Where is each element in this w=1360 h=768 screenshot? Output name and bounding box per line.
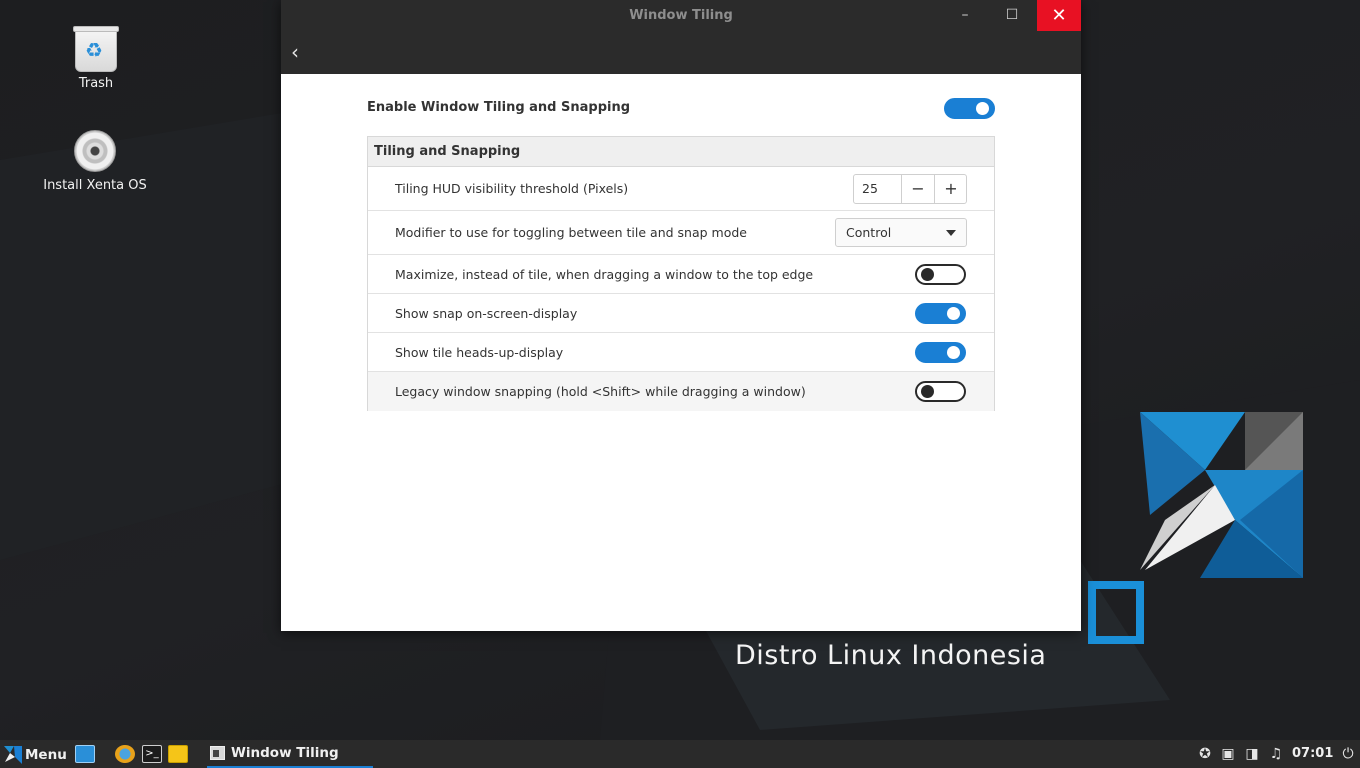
taskbar-item-window-tiling[interactable]: Window Tiling [207,740,373,768]
accessibility-icon[interactable]: ✪ [1197,745,1213,763]
install-xenta-label: Install Xenta OS [43,178,147,193]
snap-osd-label: Show snap on-screen-display [395,306,578,321]
tile-hud-row: Show tile heads-up-display [368,333,994,372]
taskbar-item-label: Window Tiling [231,745,339,761]
hud-threshold-spinbutton: 25 − + [853,174,967,204]
screenshot-icon[interactable]: ▣ [1220,745,1236,763]
window-settings-icon [210,746,225,760]
browser-icon[interactable] [115,745,135,763]
wallpaper-tagline: Distro Linux Indonesia [735,640,1047,671]
enable-tiling-switch[interactable] [944,98,995,119]
trash-icon: ♻ [73,26,119,72]
tile-hud-label: Show tile heads-up-display [395,345,564,360]
install-xenta-desktop-icon[interactable]: Install Xenta OS [40,128,150,193]
snap-osd-row: Show snap on-screen-display [368,294,994,333]
tiling-snapping-section: Tiling and Snapping Tiling HUD visibilit… [367,136,995,411]
trash-label: Trash [78,76,114,91]
minimize-button[interactable]: – [943,0,987,31]
hud-threshold-row: Tiling HUD visibility threshold (Pixels)… [368,167,994,211]
dropdown-arrow-icon [946,230,956,236]
close-button[interactable]: ✕ [1037,0,1081,31]
hud-threshold-label: Tiling HUD visibility threshold (Pixels) [395,181,629,196]
window-tiling-window: Window Tiling – ☐ ✕ ‹ Enable Window Tili… [281,0,1081,631]
show-desktop-icon[interactable] [75,745,95,763]
enable-tiling-row: Enable Window Tiling and Snapping [367,96,995,122]
legacy-snapping-switch[interactable] [915,381,966,402]
xenta-logo-icon [4,746,22,764]
maximize-button[interactable]: ☐ [990,0,1034,31]
sound-icon[interactable]: ♫ [1268,745,1284,763]
legacy-snapping-label: Legacy window snapping (hold <Shift> whi… [395,384,806,399]
menu-label: Menu [25,747,67,763]
menu-button[interactable]: Menu [4,744,68,766]
modifier-dropdown[interactable]: Control [835,218,967,247]
modifier-row: Modifier to use for toggling between til… [368,211,994,255]
folder-icon[interactable] [168,745,188,763]
clock[interactable]: 07:01 [1292,746,1333,761]
legacy-snapping-row: Legacy window snapping (hold <Shift> whi… [368,372,994,411]
terminal-icon[interactable]: >_ [142,745,162,763]
header-bar: ‹ [281,31,1081,74]
snap-osd-switch[interactable] [915,303,966,324]
modifier-value: Control [846,225,892,240]
cd-icon [72,128,118,174]
power-icon[interactable]: ⏻ [1340,745,1356,763]
section-title: Tiling and Snapping [368,137,994,167]
decrement-button[interactable]: − [901,175,934,203]
maximize-label: Maximize, instead of tile, when dragging… [395,267,814,282]
window-title: Window Tiling [629,8,733,23]
taskbar: Menu >_ Window Tiling ✪ ▣ ◨ ♫ 07:01 ⏻ [0,740,1360,768]
chevron-left-icon: ‹ [291,40,299,64]
maximize-switch[interactable] [915,264,966,285]
enable-tiling-label: Enable Window Tiling and Snapping [367,100,631,115]
modifier-label: Modifier to use for toggling between til… [395,225,747,240]
back-button[interactable]: ‹ [291,39,311,65]
trash-desktop-icon[interactable]: ♻ Trash [41,26,151,91]
increment-button[interactable]: + [934,175,967,203]
maximize-row: Maximize, instead of tile, when dragging… [368,255,994,294]
hud-threshold-value[interactable]: 25 [862,181,878,196]
network-icon[interactable]: ◨ [1244,745,1260,763]
tile-hud-switch[interactable] [915,342,966,363]
